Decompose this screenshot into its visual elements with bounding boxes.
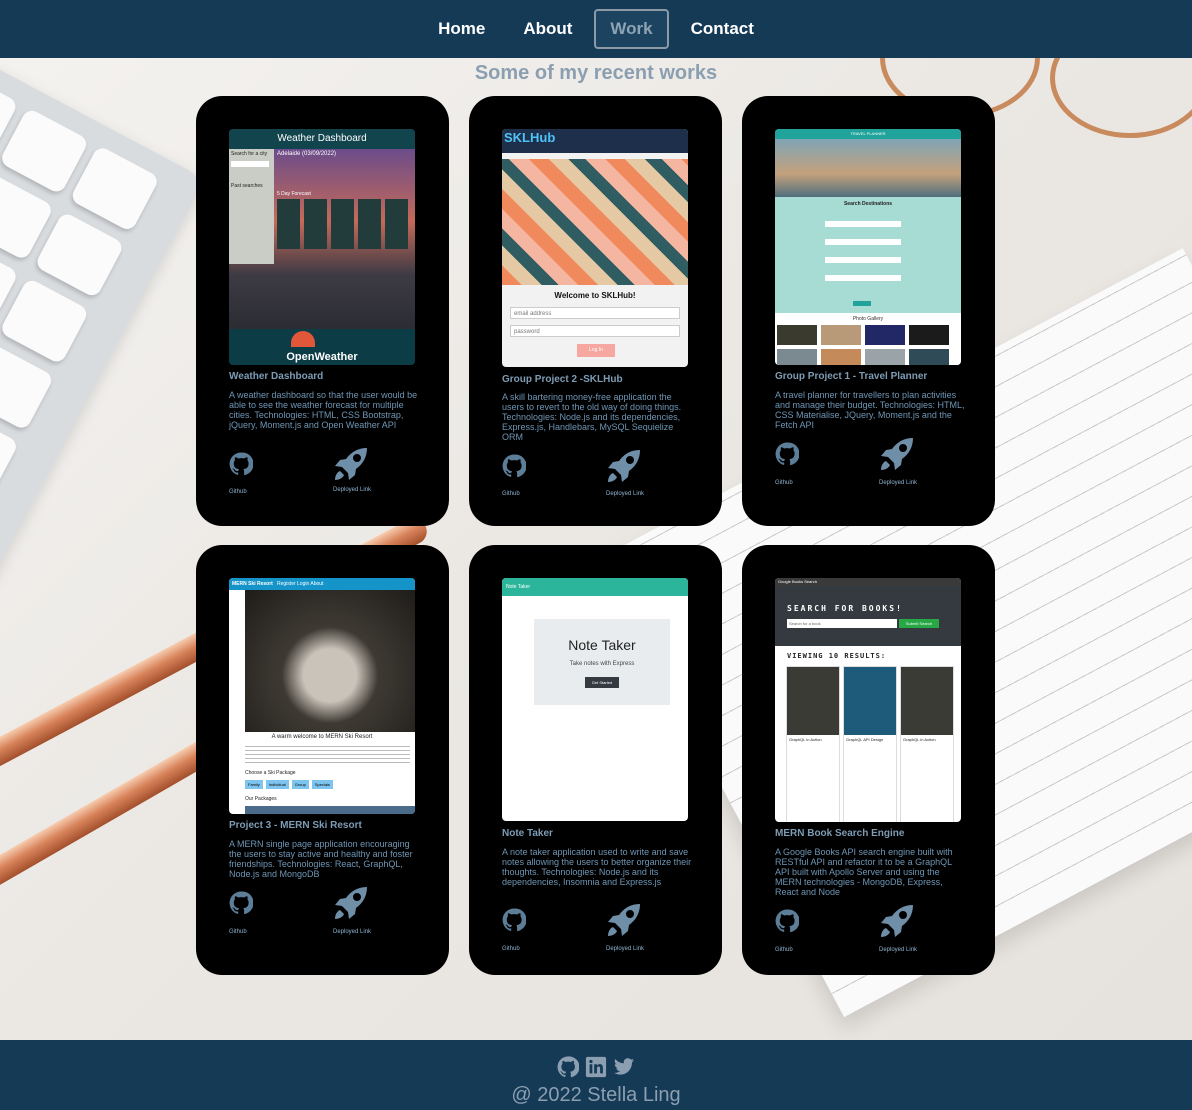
project-screenshot[interactable]: SKLHub Welcome to SKLHub! email address … <box>502 129 688 367</box>
rocket-icon[interactable] <box>877 434 917 474</box>
project-card: SKLHub Welcome to SKLHub! email address … <box>469 96 722 526</box>
deployed-link[interactable]: Deployed Link <box>606 491 644 497</box>
github-icon[interactable] <box>229 452 253 476</box>
github-link[interactable]: Github <box>229 929 247 935</box>
project-screenshot[interactable]: MERN Ski Resort Register Login About A w… <box>229 578 415 814</box>
project-screenshot[interactable]: Weather Dashboard Search for a city Past… <box>229 129 415 365</box>
nav-home[interactable]: Home <box>422 9 501 49</box>
project-screenshot[interactable]: Google Books Search SEARCH FOR BOOKS! Se… <box>775 578 961 822</box>
copyright-text: @ 2022 Stella Ling <box>511 1084 681 1106</box>
project-description: A note taker application used to write a… <box>502 847 692 887</box>
rocket-icon[interactable] <box>604 446 644 486</box>
project-title: Weather Dashboard <box>229 371 324 382</box>
project-card: TRAVEL PLANNER Search Destinations Photo… <box>742 96 995 526</box>
deployed-link[interactable]: Deployed Link <box>606 946 644 952</box>
project-card: Weather Dashboard Search for a city Past… <box>196 96 449 526</box>
project-description: A Google Books API search engine built w… <box>775 847 953 897</box>
project-card: MERN Ski Resort Register Login About A w… <box>196 545 449 975</box>
github-icon[interactable] <box>775 442 799 466</box>
rocket-icon[interactable] <box>604 900 644 940</box>
deployed-link[interactable]: Deployed Link <box>879 480 917 486</box>
project-screenshot[interactable]: TRAVEL PLANNER Search Destinations Photo… <box>775 129 961 365</box>
github-icon[interactable] <box>775 909 799 933</box>
rocket-icon[interactable] <box>331 444 371 484</box>
github-link[interactable]: Github <box>502 946 520 952</box>
project-title: MERN Book Search Engine <box>775 828 905 839</box>
deployed-link[interactable]: Deployed Link <box>333 929 371 935</box>
nav-work[interactable]: Work <box>594 9 669 49</box>
project-title: Note Taker <box>502 828 553 839</box>
nav-contact[interactable]: Contact <box>675 9 770 49</box>
github-icon[interactable] <box>229 891 253 915</box>
keyboard-decoration <box>0 58 205 727</box>
deployed-link[interactable]: Deployed Link <box>333 487 371 493</box>
project-description: A MERN single page application encouragi… <box>229 839 413 879</box>
deployed-link[interactable]: Deployed Link <box>879 947 917 953</box>
top-nav: Home About Work Contact <box>0 0 1192 58</box>
section-heading: Some of my recent works <box>474 62 718 84</box>
project-screenshot[interactable]: Note Taker Note Taker Take notes with Ex… <box>502 578 688 821</box>
project-card: Note Taker Note Taker Take notes with Ex… <box>469 545 722 975</box>
project-title: Project 3 - MERN Ski Resort <box>229 820 362 831</box>
linkedin-icon[interactable] <box>585 1056 607 1078</box>
project-description: A travel planner for travellers to plan … <box>775 390 965 430</box>
github-link[interactable]: Github <box>229 489 247 495</box>
github-icon[interactable] <box>557 1056 579 1078</box>
github-link[interactable]: Github <box>502 491 520 497</box>
rocket-icon[interactable] <box>877 901 917 941</box>
github-icon[interactable] <box>502 454 526 478</box>
github-icon[interactable] <box>502 908 526 932</box>
twitter-icon[interactable] <box>613 1056 635 1078</box>
github-link[interactable]: Github <box>775 480 793 486</box>
project-description: A skill bartering money-free application… <box>502 392 682 442</box>
project-description: A weather dashboard so that the user wou… <box>229 390 418 430</box>
project-title: Group Project 1 - Travel Planner <box>775 371 928 382</box>
project-card: Google Books Search SEARCH FOR BOOKS! Se… <box>742 545 995 975</box>
footer: @ 2022 Stella Ling <box>0 1040 1192 1110</box>
rocket-icon[interactable] <box>331 883 371 923</box>
nav-about[interactable]: About <box>507 9 588 49</box>
project-title: Group Project 2 -SKLHub <box>502 374 623 385</box>
github-link[interactable]: Github <box>775 947 793 953</box>
